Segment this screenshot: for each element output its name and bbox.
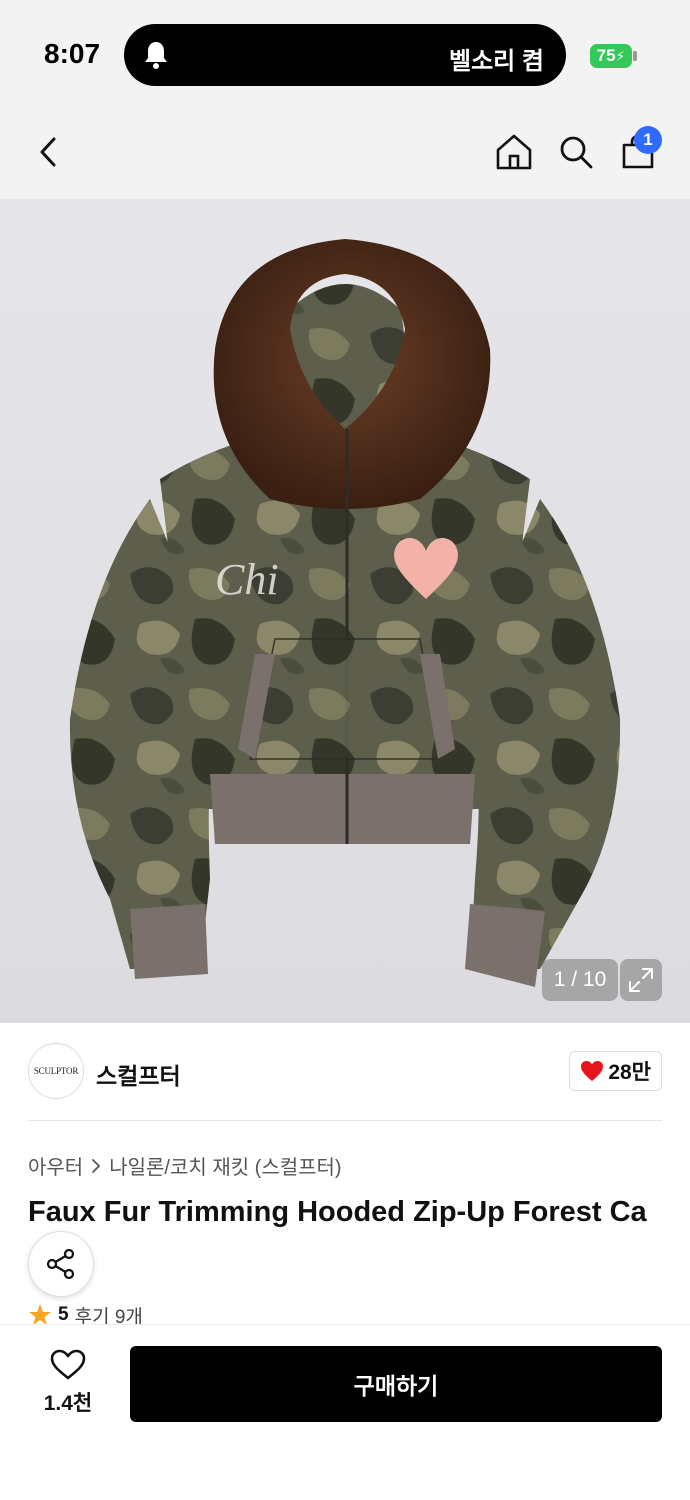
brand-row[interactable]: SCULPTOR 스컬프터 28만 (28, 1043, 662, 1099)
bell-icon (145, 42, 167, 69)
bottom-action-bar: 1.4천 구매하기 (0, 1324, 690, 1500)
brand-logo: SCULPTOR (28, 1043, 84, 1099)
heart-outline-icon (50, 1349, 86, 1380)
product-title: Faux Fur Trimming Hooded Zip-Up Forest C… (28, 1196, 647, 1228)
home-icon (496, 134, 532, 170)
chevron-right-icon (92, 1158, 101, 1173)
expand-icon (629, 968, 653, 992)
dynamic-island: 벨소리 켬 (124, 24, 566, 86)
expand-image-button[interactable] (620, 959, 662, 1001)
wishlist-button[interactable]: 1.4천 (30, 1349, 106, 1419)
status-time: 8:07 (44, 38, 101, 69)
brand-like-button[interactable]: 28만 (569, 1051, 662, 1091)
divider (28, 1120, 662, 1121)
breadcrumb-subcategory[interactable]: 나일론/코치 재킷 (스컬프터) (109, 1151, 341, 1180)
product-image[interactable]: Chi (0, 199, 690, 1023)
breadcrumb-category[interactable]: 아우터 (28, 1151, 83, 1180)
status-bar: 8:07 벨소리 켬 75 ⚡ (0, 0, 690, 110)
rating-score: 5 (58, 1304, 69, 1325)
charging-bolt-icon: ⚡ (615, 47, 626, 64)
cart-count-badge: 1 (634, 126, 662, 154)
heart-icon (581, 1061, 604, 1081)
ringer-status-text: 벨소리 켬 (449, 48, 544, 75)
brand-like-count: 28만 (608, 1061, 651, 1084)
share-button[interactable] (28, 1231, 94, 1297)
brand-name[interactable]: 스컬프터 (96, 1057, 181, 1091)
chevron-left-icon (40, 137, 56, 167)
nav-bar (0, 110, 690, 199)
battery-indicator: 75 ⚡ (590, 44, 632, 68)
search-icon (560, 136, 593, 169)
battery-level: 75 (596, 46, 616, 65)
breadcrumb: 아우터 나일론/코치 재킷 (스컬프터) (28, 1151, 342, 1180)
image-counter: 1 / 10 (542, 959, 618, 1001)
search-button[interactable] (552, 128, 600, 176)
wishlist-count: 1.4천 (43, 1392, 93, 1415)
back-button[interactable] (24, 128, 72, 176)
share-icon (46, 1248, 75, 1280)
battery-tip (633, 51, 637, 61)
jacket-illustration: Chi (69, 239, 621, 987)
jacket-print-text: Chi (215, 555, 279, 604)
home-button[interactable] (490, 128, 538, 176)
buy-button[interactable]: 구매하기 (130, 1346, 662, 1422)
